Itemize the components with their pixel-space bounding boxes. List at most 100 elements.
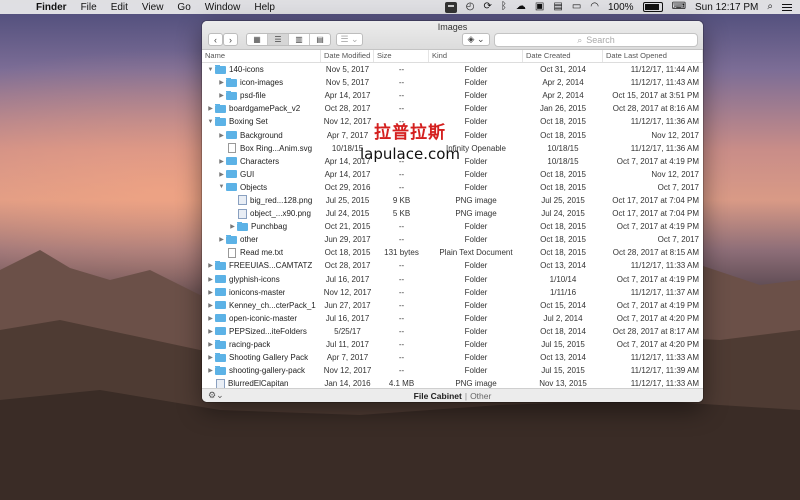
search-field[interactable]: ⌕ Search: [494, 33, 698, 47]
disclosure-closed-icon[interactable]: ▶: [217, 171, 226, 178]
file-cabinet-menu-icon[interactable]: [444, 1, 457, 13]
sync-icon[interactable]: ⟳: [484, 0, 492, 14]
footer-location[interactable]: File Cabinet: [414, 391, 462, 401]
kind-cell: Folder: [464, 222, 488, 232]
list-item[interactable]: ▶ ionicons-master Nov 12, 2017 -- Folder 1/11…: [202, 286, 703, 299]
arrange-button[interactable]: ☰ ⌄: [336, 33, 363, 46]
date-modified-cell: Oct 29, 2016: [324, 182, 371, 192]
cover-flow-icon[interactable]: ▤: [310, 34, 330, 45]
list-view-icon[interactable]: ☰: [268, 34, 289, 45]
list-item[interactable]: ▶ glyphish-icons Jul 16, 2017 -- Folder 1/10/…: [202, 273, 703, 286]
date-created-cell: Nov 13, 2015: [539, 379, 587, 389]
list-item[interactable]: ▶ Kenney_ch...cterPack_1 Jun 27, 2017 -- Fol…: [202, 299, 703, 312]
forward-button[interactable]: ›: [223, 33, 238, 46]
list-item[interactable]: Read me.txt Oct 18, 2015 131 bytes Plain Te…: [202, 246, 703, 259]
layers-icon: ◈ ⌄: [467, 34, 485, 44]
kind-cell: Folder: [464, 91, 488, 101]
list-item[interactable]: ▶ open-iconic-master Jul 16, 2017 -- Folder J…: [202, 312, 703, 325]
disclosure-closed-icon[interactable]: ▶: [206, 289, 215, 296]
column-size[interactable]: Size: [374, 50, 429, 62]
disclosure-closed-icon[interactable]: ▶: [217, 79, 226, 86]
watermark: 拉普拉斯 lapulace.com: [355, 118, 465, 163]
gear-icon[interactable]: ⚙⌄: [208, 390, 224, 401]
disclosure-closed-icon[interactable]: ▶: [206, 367, 215, 374]
lock-icon[interactable]: ▣: [535, 0, 544, 14]
name-cell: ▶ shooting-gallery-pack: [202, 366, 321, 375]
kind-cell: Plain Text Document: [439, 248, 513, 258]
cloud-icon[interactable]: ☁: [516, 0, 526, 14]
name-cell: Box Ring...Anim.svg: [202, 143, 321, 154]
list-item[interactable]: ▶ icon-images Nov 5, 2017 -- Folder Apr 2, 20…: [202, 76, 703, 89]
disclosure-closed-icon[interactable]: ▶: [206, 328, 215, 335]
size-cell: --: [398, 300, 405, 310]
menu-window[interactable]: Window: [205, 2, 241, 13]
layers-button[interactable]: ◈ ⌄: [462, 33, 490, 46]
folder-icon: [215, 353, 226, 362]
clock[interactable]: Sun 12:17 PM: [695, 2, 758, 13]
list-item[interactable]: ▶ GUI Apr 14, 2017 -- Folder Oct 18, 2015 Nov …: [202, 168, 703, 181]
date-created-cell: Oct 18, 2015: [540, 169, 586, 179]
disclosure-closed-icon[interactable]: ▶: [217, 158, 226, 165]
notification-center-icon[interactable]: [782, 3, 792, 11]
date-modified-cell: Nov 5, 2017: [325, 65, 370, 75]
disclosure-closed-icon[interactable]: ▶: [206, 302, 215, 309]
disclosure-closed-icon[interactable]: ▶: [206, 105, 215, 112]
battery-icon[interactable]: [642, 2, 663, 12]
list-item[interactable]: ▶ Shooting Gallery Pack Apr 7, 2017 -- Folde…: [202, 351, 703, 364]
menu-go[interactable]: Go: [177, 2, 190, 13]
list-item[interactable]: ▶ shooting-gallery-pack Nov 12, 2017 -- Fold…: [202, 364, 703, 377]
disclosure-closed-icon[interactable]: ▶: [206, 354, 215, 361]
disclosure-open-icon[interactable]: ▼: [206, 119, 215, 125]
disclosure-open-icon[interactable]: ▼: [206, 67, 215, 73]
name-cell: ▶ racing-pack: [202, 340, 321, 349]
view-mode-selector[interactable]: ▦ ☰ ▥ ▤: [246, 33, 331, 46]
disclosure-closed-icon[interactable]: ▶: [217, 92, 226, 99]
date-created-cell: Oct 18, 2015: [540, 117, 586, 127]
column-date-modified[interactable]: Date Modified: [321, 50, 374, 62]
contact-icon[interactable]: ▤: [553, 0, 562, 14]
input-menu-icon[interactable]: ⌨: [672, 0, 686, 14]
bluetooth-icon[interactable]: ᛒ: [501, 0, 507, 14]
list-item[interactable]: ▶ psd-file Apr 14, 2017 -- Folder Apr 2, 2014…: [202, 89, 703, 102]
list-item[interactable]: ▶ other Jun 29, 2017 -- Folder Oct 18, 2015 Oc…: [202, 233, 703, 246]
disclosure-open-icon[interactable]: ▼: [217, 184, 226, 190]
file-name: Read me.txt: [240, 248, 284, 258]
icon-view-icon[interactable]: ▦: [247, 34, 268, 45]
list-item[interactable]: ▼ Objects Oct 29, 2016 -- Folder Oct 18, 2015…: [202, 181, 703, 194]
date-created-cell: Apr 2, 2014: [542, 78, 584, 88]
disclosure-closed-icon[interactable]: ▶: [217, 236, 226, 243]
airplay-icon[interactable]: ▭: [572, 0, 581, 14]
column-date-created[interactable]: Date Created: [523, 50, 603, 62]
wifi-icon[interactable]: ◠: [590, 0, 599, 14]
list-item[interactable]: ▶ FREEUIAS...CAMTATZ Oct 28, 2017 -- Folder O…: [202, 259, 703, 272]
timer-icon[interactable]: ◴: [466, 0, 475, 14]
disclosure-closed-icon[interactable]: ▶: [206, 341, 215, 348]
file-name: Boxing Set: [229, 117, 268, 127]
menu-finder[interactable]: Finder: [36, 2, 67, 13]
disclosure-closed-icon[interactable]: ▶: [206, 276, 215, 283]
footer-other[interactable]: Other: [470, 391, 491, 401]
column-view-icon[interactable]: ▥: [289, 34, 310, 45]
list-item[interactable]: big_red...128.png Jul 25, 2015 9 KB PNG ima…: [202, 194, 703, 207]
kind-cell: Folder: [464, 326, 488, 336]
disclosure-closed-icon[interactable]: ▶: [206, 262, 215, 269]
list-item[interactable]: ▶ boardgamePack_v2 Oct 28, 2017 -- Folder Jan…: [202, 102, 703, 115]
disclosure-closed-icon[interactable]: ▶: [228, 223, 237, 230]
column-kind[interactable]: Kind: [429, 50, 523, 62]
back-button[interactable]: ‹: [208, 33, 223, 46]
menu-help[interactable]: Help: [254, 2, 275, 13]
disclosure-closed-icon[interactable]: ▶: [206, 315, 215, 322]
list-item[interactable]: ▼ 140-icons Nov 5, 2017 -- Folder Oct 31, 201…: [202, 63, 703, 76]
menu-file[interactable]: File: [81, 2, 97, 13]
spotlight-icon[interactable]: ⌕: [767, 0, 773, 14]
list-item[interactable]: object_...x90.png Jul 24, 2015 5 KB PNG ima…: [202, 207, 703, 220]
list-item[interactable]: ▶ PEPSized...iteFolders 5/25/17 -- Folder Oct…: [202, 325, 703, 338]
list-item[interactable]: ▶ Punchbag Oct 21, 2015 -- Folder Oct 18, 201…: [202, 220, 703, 233]
column-date-last-opened[interactable]: Date Last Opened: [603, 50, 703, 62]
disclosure-closed-icon[interactable]: ▶: [217, 132, 226, 139]
menu-edit[interactable]: Edit: [111, 2, 128, 13]
column-name[interactable]: Name: [202, 50, 321, 62]
date-last-opened-cell: Oct 15, 2017 at 3:51 PM: [612, 91, 699, 101]
list-item[interactable]: ▶ racing-pack Jul 11, 2017 -- Folder Jul 15, …: [202, 338, 703, 351]
menu-view[interactable]: View: [142, 2, 164, 13]
